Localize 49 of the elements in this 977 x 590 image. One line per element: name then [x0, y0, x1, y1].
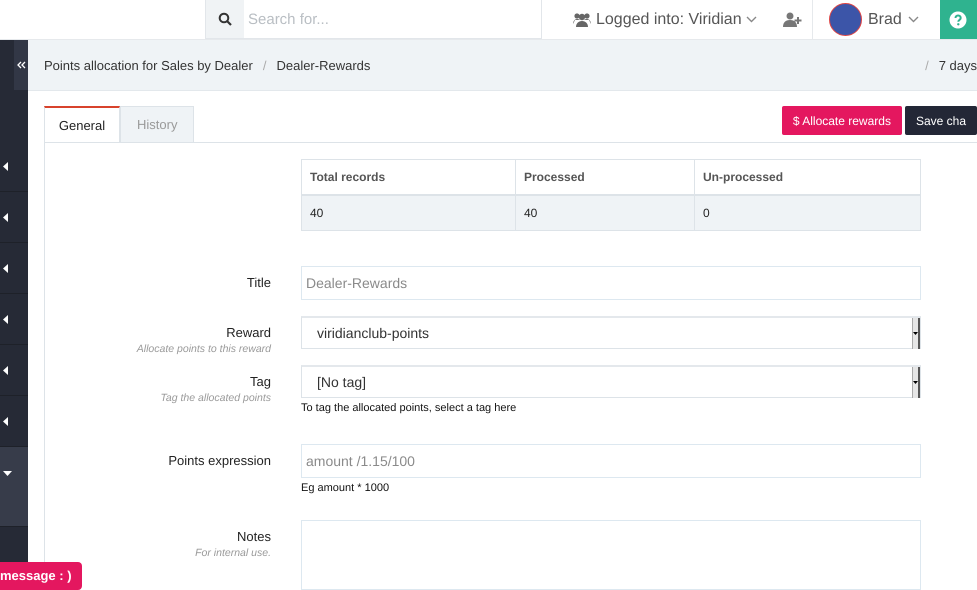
- caret-left-icon: [3, 314, 8, 324]
- sidebar-item[interactable]: [0, 447, 28, 527]
- date-range[interactable]: 7 days: [938, 58, 977, 72]
- chevron-down-icon: [746, 16, 757, 23]
- text-input[interactable]: amount /1.15/100: [301, 444, 921, 478]
- caret-left-icon: [3, 416, 8, 426]
- caret-left-icon: [3, 212, 8, 222]
- tab[interactable]: General: [44, 106, 120, 142]
- help-text: Eg amount * 1000: [301, 482, 390, 494]
- chat-button[interactable]: message : ): [0, 562, 82, 590]
- table-cell: 0: [694, 195, 920, 230]
- field-hint: Tag the allocated points: [159, 392, 271, 404]
- field-label: Points expression: [167, 453, 271, 468]
- field-label: Tag: [249, 374, 271, 389]
- collapse-sidebar-button[interactable]: [14, 40, 28, 90]
- text-input[interactable]: Dealer-Rewards: [301, 266, 921, 300]
- save-button[interactable]: Save cha: [904, 106, 977, 135]
- notes-textarea[interactable]: [301, 520, 921, 590]
- breadcrumb-separator: /: [925, 58, 929, 72]
- help-icon: [949, 10, 968, 28]
- avatar: [829, 3, 862, 36]
- search-icon: [218, 12, 232, 26]
- caret-left-icon: [3, 162, 8, 170]
- breadcrumb-link[interactable]: Points allocation for Sales by Dealer: [44, 58, 253, 72]
- user-menu[interactable]: Brad: [813, 0, 936, 39]
- double-chevron-left-icon: [16, 61, 26, 69]
- breadcrumb-link[interactable]: Dealer-Rewards: [276, 58, 370, 72]
- allocate-rewards-button[interactable]: $ Allocate rewards: [782, 106, 902, 135]
- caret-down-icon: [913, 380, 918, 384]
- select-dropdown[interactable]: [No tag]: [301, 365, 921, 398]
- account-menu[interactable]: Logged into: Viridian: [572, 0, 772, 39]
- field-label: Reward: [225, 325, 271, 340]
- breadcrumb-separator: /: [262, 58, 266, 72]
- table-cell: 40: [516, 195, 694, 230]
- caret-left-icon: [3, 264, 8, 272]
- help-text: To tag the allocated points, select a tag here: [301, 402, 518, 414]
- field-hint: For internal use.: [194, 547, 271, 559]
- caret-down-icon: [913, 332, 918, 334]
- select-dropdown[interactable]: viridianclub-points: [301, 316, 921, 349]
- chevron-down-icon: [908, 16, 919, 23]
- caret-left-icon: [3, 366, 8, 374]
- field-hint: Allocate points to this reward: [135, 343, 271, 355]
- user-plus-icon: [782, 12, 802, 27]
- caret-down-icon: [3, 471, 12, 476]
- table-cell: 40: [302, 195, 516, 230]
- field-label: Title: [246, 275, 271, 290]
- field-label: Notes: [236, 529, 271, 544]
- help-button[interactable]: [940, 0, 977, 39]
- users-icon: [572, 12, 592, 27]
